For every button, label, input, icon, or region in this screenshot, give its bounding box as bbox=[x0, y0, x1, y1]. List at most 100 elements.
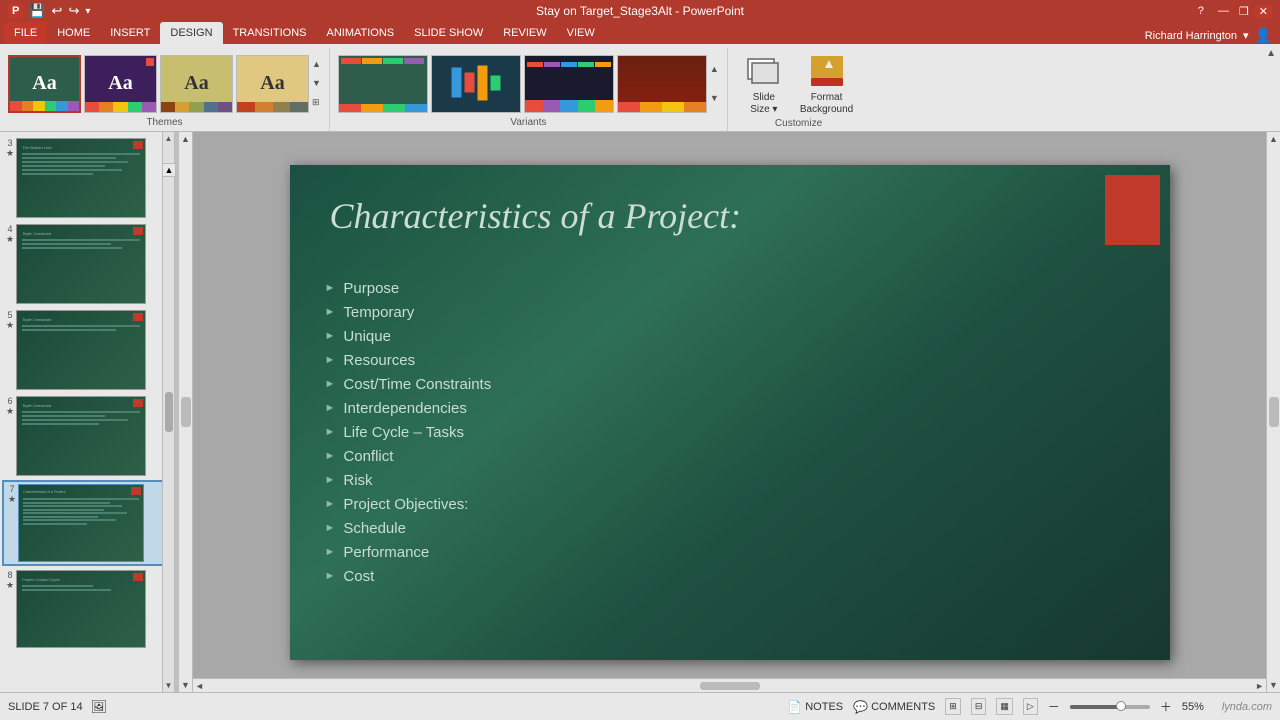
bullet-resources: ► Resources bbox=[325, 352, 492, 369]
tab-review[interactable]: REVIEW bbox=[493, 22, 556, 44]
customize-label: Customize bbox=[744, 118, 853, 132]
editor-right-scroll-thumb[interactable] bbox=[1269, 397, 1279, 427]
slide-item-7[interactable]: 7 ★ Characteristics of a Project: bbox=[2, 480, 172, 566]
view-slideshow-btn[interactable]: ▷ bbox=[1023, 698, 1038, 715]
slide-number-3: 3 bbox=[8, 138, 13, 148]
themes-section: Aa Aa bbox=[0, 48, 330, 131]
panel-scrollbar[interactable]: ▲ ▼ bbox=[162, 132, 174, 692]
quick-access-toolbar: 💾 ↩ ↪ ▾ bbox=[29, 3, 90, 19]
panel-scroll-down-btn[interactable]: ▼ bbox=[165, 681, 173, 690]
bullet-unique: ► Unique bbox=[325, 328, 492, 345]
themes-label: Themes bbox=[8, 117, 321, 131]
editor-bottom-scroll-left[interactable]: ◄ bbox=[195, 681, 204, 691]
view-reading-btn[interactable]: ▦ bbox=[996, 698, 1013, 715]
slide-thumb-6[interactable]: Triple Constraint bbox=[16, 396, 146, 476]
slide-item-4[interactable]: 4 ★ Triple Constraint bbox=[2, 222, 172, 306]
slide-thumb-4[interactable]: Triple Constraint bbox=[16, 224, 146, 304]
comments-icon: 💬 bbox=[853, 700, 868, 714]
slide-number-6: 6 bbox=[8, 396, 13, 406]
slide-canvas[interactable]: Characteristics of a Project: ► Purpose … bbox=[290, 165, 1170, 660]
editor-right-scrollbar[interactable]: ▲ ▼ bbox=[1266, 132, 1280, 692]
editor-scroll-down-btn[interactable]: ▼ bbox=[181, 680, 190, 690]
slide-item-5[interactable]: 5 ★ Triple Constraint bbox=[2, 308, 172, 392]
comments-button[interactable]: 💬 COMMENTS bbox=[853, 700, 935, 714]
themes-scroll[interactable]: ▲ ▼ ⊞ bbox=[312, 55, 321, 113]
status-right-controls: 📄 NOTES 💬 COMMENTS ⊞ ⊟ ▦ ▷ － ＋ 55% lynda… bbox=[787, 698, 1272, 715]
editor-right-scroll-down[interactable]: ▼ bbox=[1269, 680, 1278, 690]
panel-scroll-thumb[interactable] bbox=[165, 392, 173, 432]
zoom-slider[interactable] bbox=[1070, 705, 1150, 709]
view-normal-btn[interactable]: ⊞ bbox=[945, 698, 961, 715]
help-icon[interactable]: ? bbox=[1198, 5, 1204, 17]
notes-icon: 📄 bbox=[787, 700, 802, 714]
slide-star-8: ★ bbox=[6, 580, 14, 591]
save-icon[interactable]: 💾 bbox=[29, 3, 45, 19]
window-controls: ? — ❐ ✕ bbox=[1198, 5, 1272, 18]
variant-1[interactable] bbox=[338, 55, 428, 113]
slide-item-6[interactable]: 6 ★ Triple Constraint bbox=[2, 394, 172, 478]
editor-scroll-thumb-v[interactable] bbox=[181, 397, 191, 427]
slide-bullet-list[interactable]: ► Purpose ► Temporary ► Unique ► Resourc… bbox=[325, 280, 492, 592]
editor-bottom-scroll-right[interactable]: ► bbox=[1255, 681, 1264, 691]
slide-item-8[interactable]: 8 ★ Project Control Cycle bbox=[2, 568, 172, 650]
tab-view[interactable]: VIEW bbox=[557, 22, 605, 44]
slide-view-icon[interactable]: 🖼 bbox=[91, 699, 108, 715]
format-background-button[interactable]: FormatBackground bbox=[800, 52, 853, 116]
panel-scroll-up[interactable]: ▲ bbox=[162, 163, 176, 177]
customize-qat-icon[interactable]: ▾ bbox=[85, 6, 90, 17]
tab-insert[interactable]: INSERT bbox=[100, 22, 160, 44]
close-button[interactable]: ✕ bbox=[1255, 5, 1272, 18]
bullet-schedule: ► Schedule bbox=[325, 520, 492, 537]
view-grid-btn[interactable]: ⊟ bbox=[971, 698, 987, 715]
slide-thumb-8[interactable]: Project Control Cycle bbox=[16, 570, 146, 648]
slide-thumb-7[interactable]: Characteristics of a Project: bbox=[18, 484, 144, 562]
tab-design[interactable]: DESIGN bbox=[160, 22, 222, 44]
tab-home[interactable]: HOME bbox=[47, 22, 100, 44]
variant-4[interactable] bbox=[617, 55, 707, 113]
tab-transitions[interactable]: TRANSITIONS bbox=[223, 22, 317, 44]
editor-right-scroll-up[interactable]: ▲ bbox=[1269, 134, 1278, 144]
bullet-purpose: ► Purpose bbox=[325, 280, 492, 297]
tab-file[interactable]: FILE bbox=[4, 22, 47, 44]
ribbon-collapse-button[interactable]: ▲ bbox=[1266, 48, 1276, 59]
editor-bottom-scrollbar[interactable]: ◄ ► bbox=[193, 678, 1266, 692]
zoom-level[interactable]: 55% bbox=[1182, 701, 1204, 713]
panel-scroll-up-btn[interactable]: ▲ bbox=[165, 134, 173, 143]
zoom-out-btn[interactable]: － bbox=[1048, 698, 1060, 715]
undo-icon[interactable]: ↩ bbox=[52, 3, 63, 19]
customize-section: SlideSize ▾ FormatBackground Customize bbox=[728, 48, 869, 131]
restore-button[interactable]: ❐ bbox=[1235, 5, 1253, 18]
slides-panel: 3 ★ The Bottom Line: bbox=[0, 132, 175, 692]
theme-3[interactable]: Aa bbox=[160, 55, 233, 113]
theme-4[interactable]: Aa bbox=[236, 55, 309, 113]
slide-number-4: 4 bbox=[8, 224, 13, 234]
user-dropdown-icon[interactable]: ▾ bbox=[1243, 29, 1249, 42]
slide-thumb-3[interactable]: The Bottom Line: bbox=[16, 138, 146, 218]
status-bar: SLIDE 7 OF 14 🖼 📄 NOTES 💬 COMMENTS ⊞ ⊟ ▦… bbox=[0, 692, 1280, 720]
user-area: Richard Harrington ▾ 👤 bbox=[1145, 27, 1280, 44]
bullet-risk: ► Risk bbox=[325, 472, 492, 489]
slide-thumb-5[interactable]: Triple Constraint bbox=[16, 310, 146, 390]
variants-scroll[interactable]: ▲ ▼ bbox=[710, 55, 719, 113]
editor-left-scrollbar[interactable]: ▲ ▼ bbox=[179, 132, 193, 692]
notes-button[interactable]: 📄 NOTES bbox=[787, 700, 843, 714]
variant-2[interactable] bbox=[431, 55, 521, 113]
editor-bottom-scroll-thumb[interactable] bbox=[700, 682, 760, 690]
redo-icon[interactable]: ↪ bbox=[68, 3, 79, 19]
tab-animations[interactable]: ANIMATIONS bbox=[317, 22, 405, 44]
bullet-temporary: ► Temporary bbox=[325, 304, 492, 321]
theme-1[interactable]: Aa bbox=[8, 55, 81, 113]
slide-size-label: SlideSize ▾ bbox=[750, 92, 777, 116]
zoom-in-btn[interactable]: ＋ bbox=[1160, 698, 1172, 715]
slide-item-3[interactable]: 3 ★ The Bottom Line: bbox=[2, 136, 172, 220]
editor-scroll-up-btn[interactable]: ▲ bbox=[181, 134, 190, 144]
slide-size-button[interactable]: SlideSize ▾ bbox=[744, 52, 784, 116]
powerpoint-icon: P bbox=[8, 4, 23, 18]
zoom-handle[interactable] bbox=[1116, 701, 1126, 711]
theme-2[interactable]: Aa bbox=[84, 55, 157, 113]
user-avatar-icon: 👤 bbox=[1255, 27, 1272, 44]
variant-3[interactable] bbox=[524, 55, 614, 113]
slide-title[interactable]: Characteristics of a Project: bbox=[330, 195, 1080, 238]
minimize-button[interactable]: — bbox=[1214, 5, 1233, 17]
tab-slideshow[interactable]: SLIDE SHOW bbox=[404, 22, 493, 44]
